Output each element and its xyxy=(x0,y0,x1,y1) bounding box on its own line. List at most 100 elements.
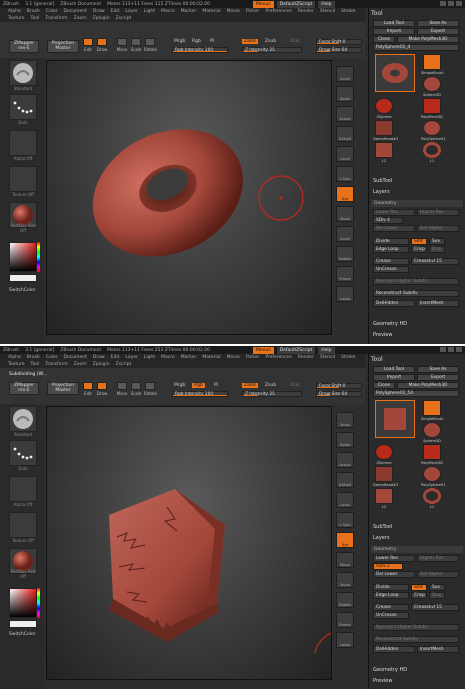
brush-tile[interactable]: Standard xyxy=(9,60,37,91)
shelf-button-rotate[interactable]: Rotate xyxy=(336,592,354,608)
menu-item-stroke[interactable]: Stroke xyxy=(341,355,355,360)
projection-master-button[interactable]: Projection Master xyxy=(47,382,79,395)
color-picker[interactable] xyxy=(9,588,37,618)
menu-item-texture[interactable]: Texture xyxy=(8,362,24,367)
shelf-button-move[interactable]: Move xyxy=(336,552,354,568)
shelf-button-move[interactable]: Move xyxy=(336,206,354,222)
move-mode-button[interactable]: Move xyxy=(116,38,128,52)
reproject-button[interactable]: Reproject Higher Subdiv xyxy=(373,624,459,631)
mrgb-button[interactable]: Mrgb xyxy=(174,383,185,388)
menu-item-brush[interactable]: Brush xyxy=(27,9,40,14)
m-button[interactable]: M xyxy=(214,383,218,388)
insert-mesh-button[interactable]: InsertMesh xyxy=(417,646,459,653)
rotate-mode-button[interactable]: Rotate xyxy=(144,38,157,52)
menu-item-stencil[interactable]: Stencil xyxy=(320,9,335,14)
menu-item-color[interactable]: Color xyxy=(46,355,58,360)
save-as-button[interactable]: Save As xyxy=(417,366,459,373)
clone-button[interactable]: Clone xyxy=(373,36,395,43)
stroke-tile[interactable]: Dots xyxy=(9,94,37,125)
shelf-button-scale[interactable]: Scale xyxy=(336,572,354,588)
draw-size-slider[interactable]: Draw Size 64 xyxy=(316,391,362,397)
geometry-header[interactable]: Geometry xyxy=(371,546,463,553)
alpha-tile[interactable]: Alpha Off xyxy=(9,476,37,507)
current-tool-slider[interactable]: PolySphere01_4 xyxy=(373,44,459,51)
export-button[interactable]: Export xyxy=(417,374,459,381)
menu-item-layer[interactable]: Layer xyxy=(125,355,138,360)
del-hidden-button[interactable]: DelHidden xyxy=(373,300,415,307)
draw-mode-button[interactable]: Draw xyxy=(96,382,108,396)
lower-res-button[interactable]: Lower Res xyxy=(373,209,415,216)
thumb-simplebrush[interactable]: SimpleBrush xyxy=(421,400,444,424)
del-higher-button[interactable]: Del Higher xyxy=(417,571,459,578)
thumb-sphere3d[interactable]: Sphere3D xyxy=(421,422,443,446)
menu-item-preferences[interactable]: Preferences xyxy=(265,9,291,14)
menus-button[interactable]: Menus xyxy=(253,0,274,8)
zcut-button[interactable]: Zcut xyxy=(290,383,300,388)
menu-item-zoom[interactable]: Zoom xyxy=(74,16,87,21)
menu-item-stencil[interactable]: Stencil xyxy=(320,355,335,360)
focal-shift-slider[interactable]: Focal Shift 0 xyxy=(316,39,362,45)
menu-item-brush[interactable]: Brush xyxy=(27,355,40,360)
maximize-button[interactable] xyxy=(448,1,454,6)
shelf-button-xyz[interactable]: Xyz xyxy=(336,532,354,548)
menu-item-transform[interactable]: Transform xyxy=(45,16,67,21)
hue-slider[interactable] xyxy=(37,242,40,272)
thumb-polymesh3d[interactable]: PolyMesh3D xyxy=(421,98,443,122)
del-higher-button[interactable]: Del Higher xyxy=(417,225,459,232)
zsub-button[interactable]: Zsub xyxy=(265,39,276,44)
scale-mode-button[interactable]: Scale xyxy=(130,38,142,52)
crease-level-slider[interactable]: CreaseLvl 15 xyxy=(411,604,459,611)
insert-mesh-button[interactable]: InsertMesh xyxy=(417,300,459,307)
menu-item-layer[interactable]: Layer xyxy=(125,9,138,14)
hue-slider[interactable] xyxy=(37,588,40,618)
menu-item-zplugin[interactable]: Zplugin xyxy=(93,16,110,21)
shelf-button-aahalf[interactable]: AAHalf xyxy=(336,126,354,142)
thumb-sphere3d[interactable]: Sphere3D xyxy=(421,76,443,100)
divide-button[interactable]: Divide xyxy=(373,584,409,591)
edit-mode-button[interactable]: Edit xyxy=(82,38,94,52)
thumb-l2[interactable]: L2 xyxy=(373,142,395,166)
zmapper-button[interactable]: ZMapper rev-E xyxy=(9,382,39,395)
z-intensity-slider[interactable]: Z Intensity 25 xyxy=(242,391,302,397)
shelf-button-actual[interactable]: Actual xyxy=(336,106,354,122)
suv-toggle[interactable]: Suv xyxy=(429,584,445,591)
preview-section[interactable]: Preview xyxy=(373,332,392,338)
layers-section[interactable]: Layers xyxy=(373,535,390,541)
menu-item-alpha[interactable]: Alpha xyxy=(8,9,21,14)
geometry-header[interactable]: Geometry xyxy=(371,200,463,207)
switch-color-button[interactable]: SwitchColor xyxy=(9,632,36,637)
shelf-button-rotate[interactable]: Rotate xyxy=(336,246,354,262)
thumb-zsphere[interactable]: ZSphere xyxy=(373,444,395,468)
thumb-polysphere[interactable]: PolySphere01 xyxy=(421,120,446,144)
move-mode-button[interactable]: Move xyxy=(116,382,128,396)
menu-item-zscript[interactable]: Zscript xyxy=(116,362,132,367)
shelf-button-frame[interactable]: Frame xyxy=(336,612,354,628)
geometry-hd-section[interactable]: Geometry HD xyxy=(373,321,407,327)
menu-item-macro[interactable]: Macro xyxy=(161,9,175,14)
projection-master-button[interactable]: Projection Master xyxy=(47,40,79,53)
menu-item-draw[interactable]: Draw xyxy=(93,9,105,14)
menu-item-picker[interactable]: Picker xyxy=(246,9,259,14)
del-hidden-button[interactable]: DelHidden xyxy=(373,646,415,653)
shelf-button-xyz[interactable]: Xyz xyxy=(336,186,354,202)
zadd-button[interactable]: Zadd xyxy=(242,383,258,388)
shelf-button-scroll[interactable]: Scroll xyxy=(336,412,354,428)
default-zscript-button[interactable]: DefaultZScript xyxy=(276,346,316,354)
load-tool-button[interactable]: Load Tool xyxy=(373,20,415,27)
del-lower-button[interactable]: Del Lower xyxy=(373,571,415,578)
menu-item-marker[interactable]: Marker xyxy=(181,355,197,360)
menu-item-zoom[interactable]: Zoom xyxy=(74,362,87,367)
switch-color-button[interactable]: SwitchColor xyxy=(9,288,36,293)
crease-button[interactable]: Crease xyxy=(373,604,409,611)
canvas[interactable] xyxy=(46,406,332,680)
preview-section[interactable]: Preview xyxy=(373,678,392,684)
thumb-l1[interactable]: L1 xyxy=(421,488,443,512)
reconstruct-subdiv-button[interactable]: Reconstruct Subdiv xyxy=(373,636,459,643)
import-button[interactable]: Import xyxy=(373,374,415,381)
thumb-zsphere[interactable]: ZSphere xyxy=(373,98,395,122)
menu-item-edit[interactable]: Edit xyxy=(111,9,120,14)
export-button[interactable]: Export xyxy=(417,28,459,35)
menu-item-tool[interactable]: Tool xyxy=(30,16,39,21)
disp-toggle[interactable]: Disp xyxy=(429,592,445,599)
mrgb-button[interactable]: Mrgb xyxy=(174,39,185,44)
